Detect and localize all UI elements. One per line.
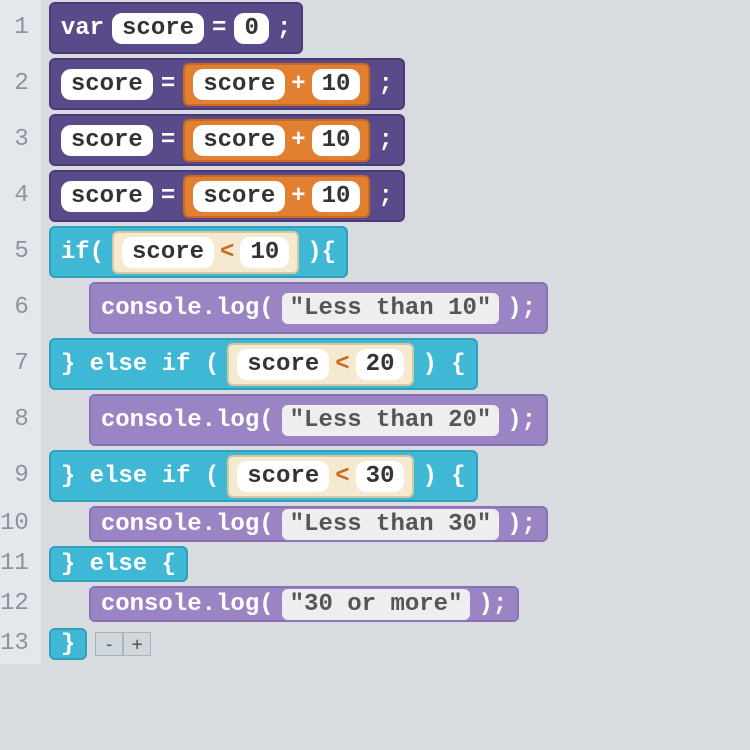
semicolon: ;: [378, 183, 392, 210]
console-log-fn: console.log(: [101, 511, 274, 538]
plus-op: +: [291, 127, 305, 154]
assign-block[interactable]: score = score + 10 ;: [49, 58, 405, 110]
close-paren: );: [478, 591, 507, 618]
lt-op: <: [335, 351, 349, 378]
lt-op: <: [220, 239, 234, 266]
var-name-pill[interactable]: score: [61, 181, 153, 212]
equals-op: =: [161, 127, 175, 154]
value-pill[interactable]: 10: [312, 125, 361, 156]
plus-op: +: [291, 71, 305, 98]
value-pill[interactable]: 10: [240, 237, 289, 268]
console-log-fn: console.log(: [101, 407, 274, 434]
equals-op: =: [161, 183, 175, 210]
var-name-pill[interactable]: score: [112, 13, 204, 44]
line-gutter: 1 2 3 4 5 6 7 8 9 10 11 12 13: [0, 0, 41, 664]
string-literal[interactable]: "30 or more": [282, 589, 471, 620]
if-keyword: if(: [61, 239, 104, 266]
zoom-out-button[interactable]: -: [95, 632, 123, 656]
zoom-in-button[interactable]: +: [123, 632, 151, 656]
close-brace: }: [61, 631, 75, 658]
condition-block[interactable]: score < 30: [227, 455, 414, 498]
line-number: 4: [0, 168, 29, 224]
expression-block[interactable]: score + 10: [183, 63, 370, 106]
line-number: 1: [0, 0, 29, 56]
string-literal[interactable]: "Less than 30": [282, 509, 500, 540]
console-log-fn: console.log(: [101, 295, 274, 322]
line-number: 6: [0, 280, 29, 336]
var-name-pill[interactable]: score: [237, 461, 329, 492]
value-pill[interactable]: 0: [234, 13, 268, 44]
else-if-block[interactable]: } else if ( score < 20 ) {: [49, 338, 478, 390]
close-paren: );: [507, 407, 536, 434]
console-log-block[interactable]: console.log( "30 or more" );: [89, 586, 519, 622]
line-number: 3: [0, 112, 29, 168]
expression-block[interactable]: score + 10: [183, 175, 370, 218]
plus-op: +: [291, 183, 305, 210]
if-block[interactable]: if( score < 10 ){: [49, 226, 348, 278]
close-brace-block[interactable]: }: [49, 628, 87, 660]
line-number: 11: [0, 544, 29, 584]
close-paren: );: [507, 511, 536, 538]
assign-block[interactable]: score = score + 10 ;: [49, 170, 405, 222]
line-number: 2: [0, 56, 29, 112]
line-number: 9: [0, 448, 29, 504]
else-if-keyword: } else if (: [61, 463, 219, 490]
var-declare-block[interactable]: var score = 0 ;: [49, 2, 303, 54]
var-name-pill[interactable]: score: [61, 125, 153, 156]
assign-block[interactable]: score = score + 10 ;: [49, 114, 405, 166]
semicolon: ;: [378, 127, 392, 154]
var-name-pill[interactable]: score: [193, 69, 285, 100]
line-number: 13: [0, 624, 29, 664]
zoom-controls: - +: [95, 632, 151, 656]
lt-op: <: [335, 463, 349, 490]
var-name-pill[interactable]: score: [237, 349, 329, 380]
keyword-var: var: [61, 15, 104, 42]
console-log-block[interactable]: console.log( "Less than 10" );: [89, 282, 548, 334]
value-pill[interactable]: 10: [312, 69, 361, 100]
equals-op: =: [212, 15, 226, 42]
string-literal[interactable]: "Less than 20": [282, 405, 500, 436]
semicolon: ;: [277, 15, 291, 42]
var-name-pill[interactable]: score: [122, 237, 214, 268]
semicolon: ;: [378, 71, 392, 98]
condition-block[interactable]: score < 20: [227, 343, 414, 386]
var-name-pill[interactable]: score: [193, 125, 285, 156]
var-name-pill[interactable]: score: [193, 181, 285, 212]
else-if-keyword: } else if (: [61, 351, 219, 378]
console-log-fn: console.log(: [101, 591, 274, 618]
value-pill[interactable]: 30: [356, 461, 405, 492]
elseif-post: ) {: [422, 463, 465, 490]
line-number: 10: [0, 504, 29, 544]
elseif-post: ) {: [422, 351, 465, 378]
else-block[interactable]: } else {: [49, 546, 188, 582]
line-number: 8: [0, 392, 29, 448]
console-log-block[interactable]: console.log( "Less than 20" );: [89, 394, 548, 446]
line-number: 12: [0, 584, 29, 624]
value-pill[interactable]: 20: [356, 349, 405, 380]
equals-op: =: [161, 71, 175, 98]
else-keyword: } else {: [61, 551, 176, 578]
line-number: 5: [0, 224, 29, 280]
string-literal[interactable]: "Less than 10": [282, 293, 500, 324]
if-post: ){: [307, 239, 336, 266]
var-name-pill[interactable]: score: [61, 69, 153, 100]
close-paren: );: [507, 295, 536, 322]
line-number: 7: [0, 336, 29, 392]
else-if-block[interactable]: } else if ( score < 30 ) {: [49, 450, 478, 502]
console-log-block[interactable]: console.log( "Less than 30" );: [89, 506, 548, 542]
condition-block[interactable]: score < 10: [112, 231, 299, 274]
value-pill[interactable]: 10: [312, 181, 361, 212]
expression-block[interactable]: score + 10: [183, 119, 370, 162]
code-area[interactable]: var score = 0 ; score = score + 10 ; sco…: [41, 0, 750, 664]
